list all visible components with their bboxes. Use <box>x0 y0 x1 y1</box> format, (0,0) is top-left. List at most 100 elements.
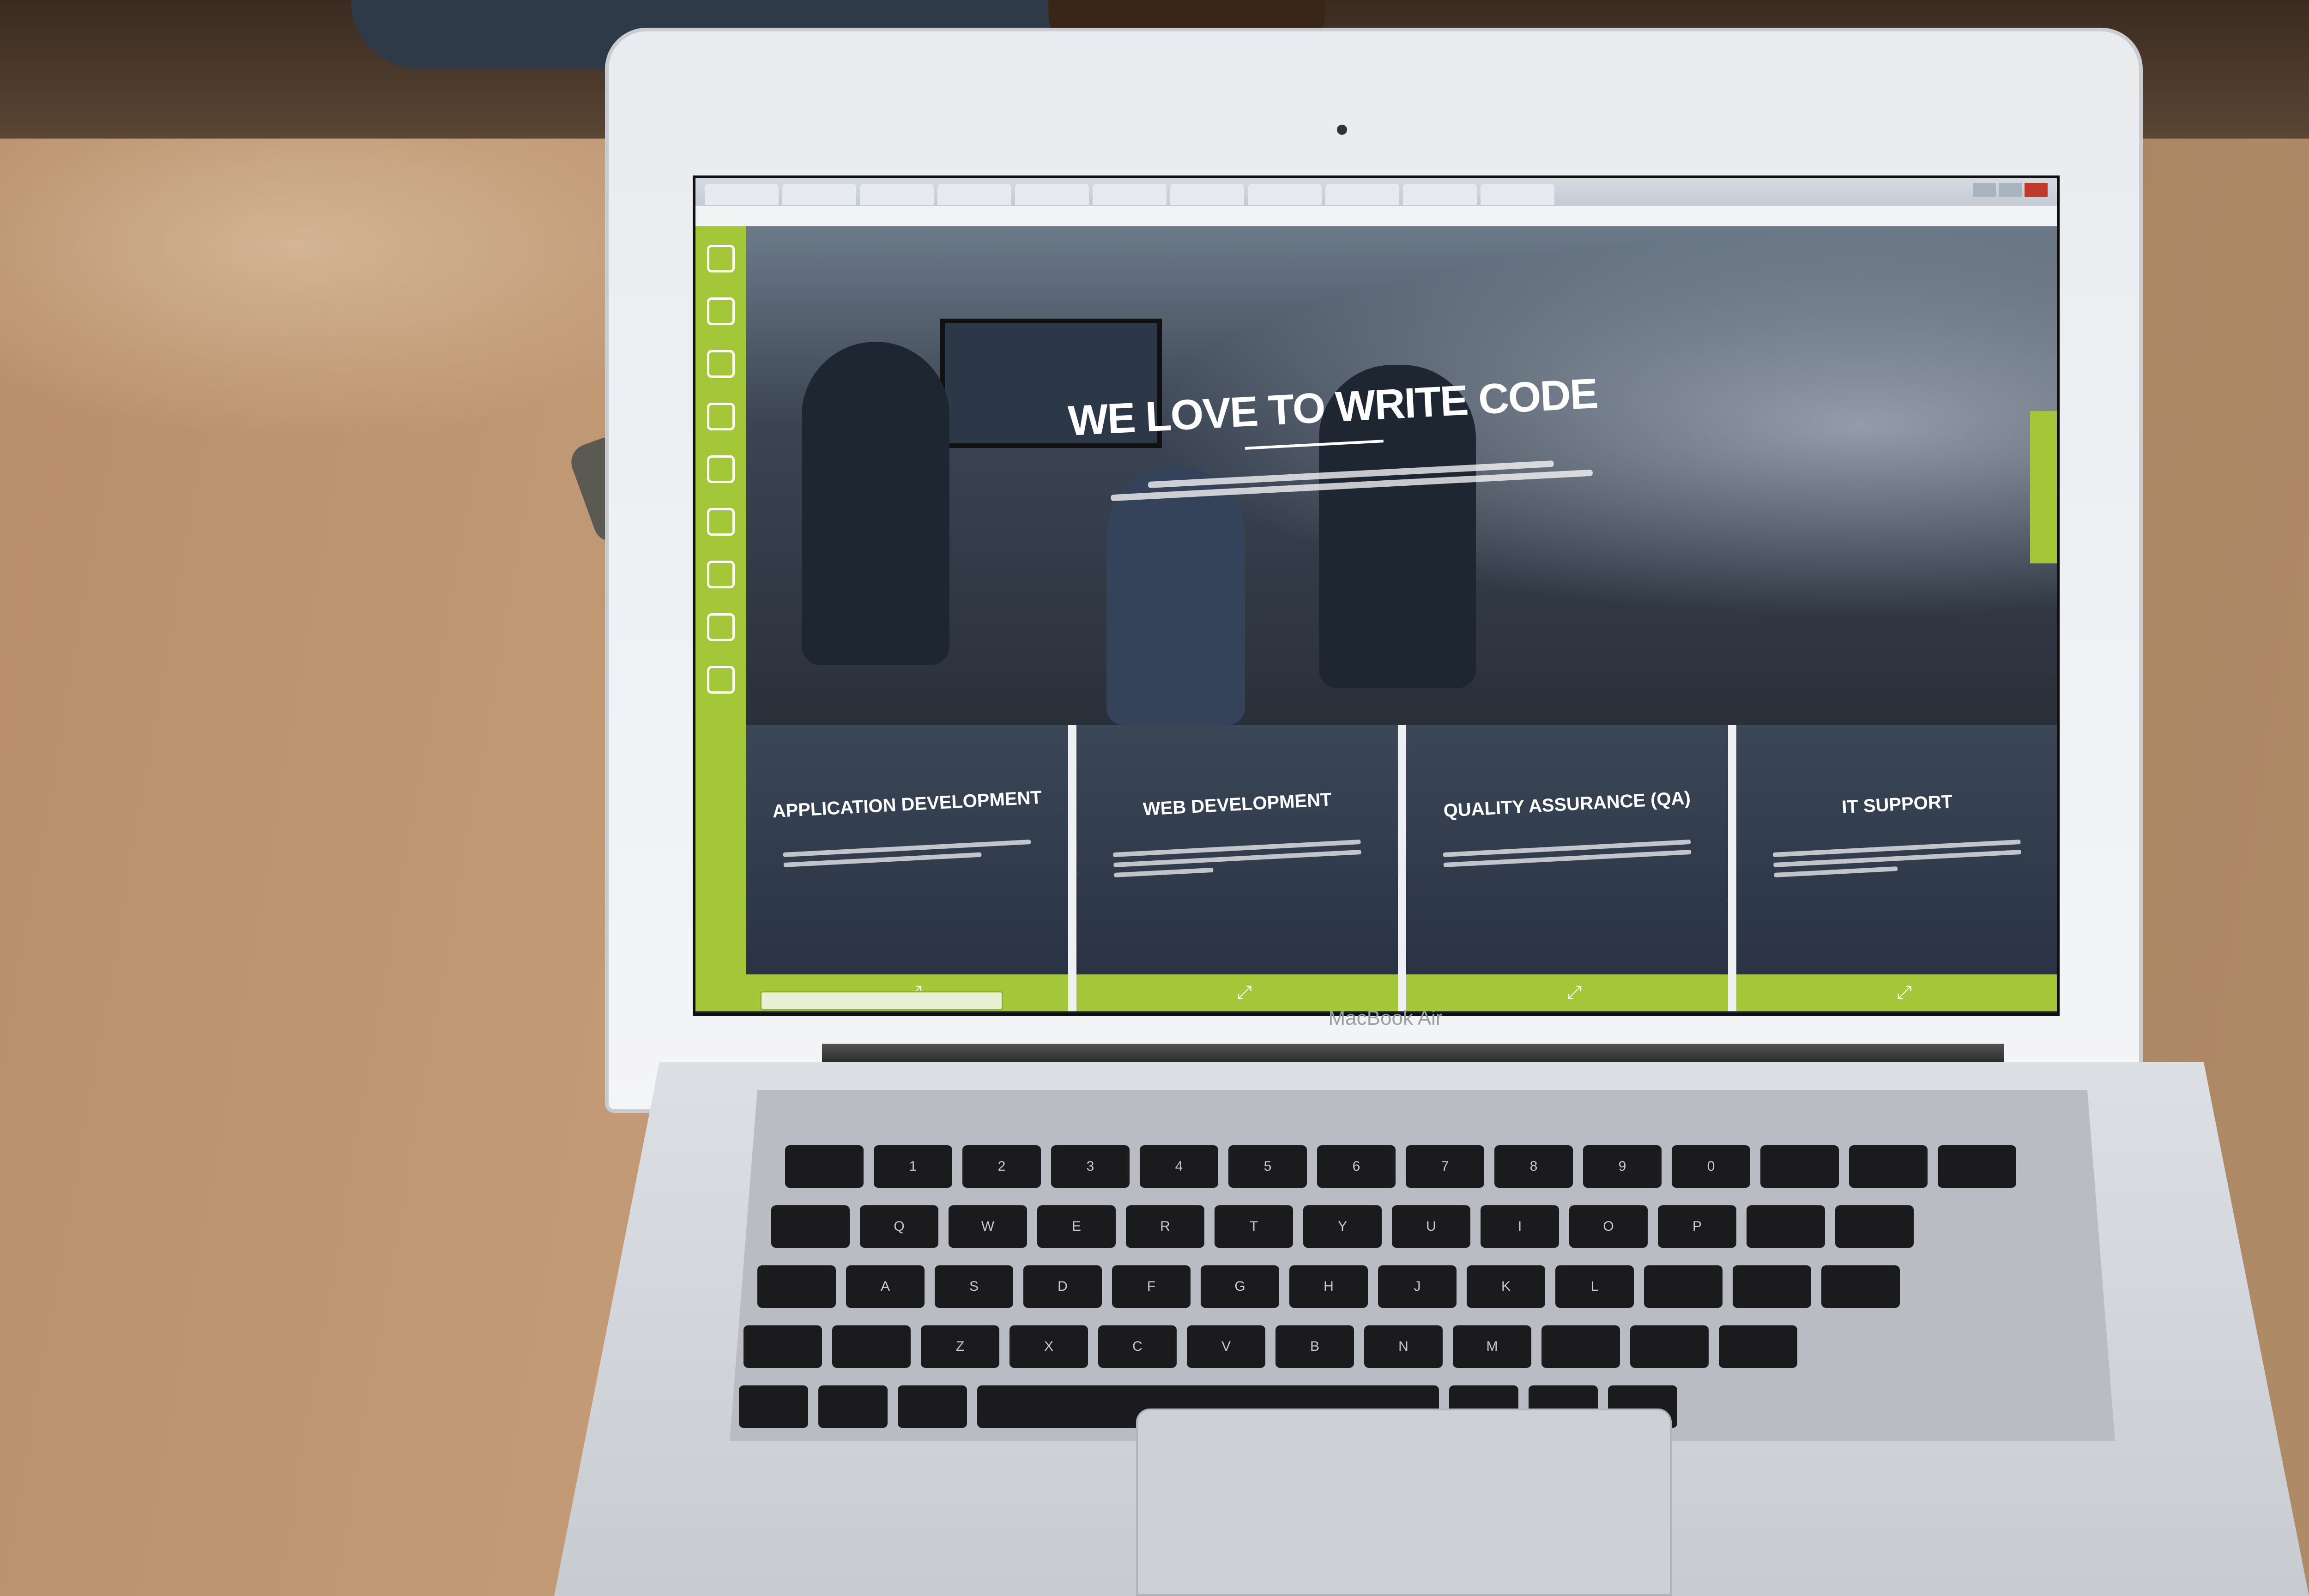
key[interactable]: B <box>1275 1325 1354 1368</box>
browser-tab[interactable] <box>1481 184 1554 205</box>
monitor-icon[interactable] <box>707 561 735 588</box>
chat-icon[interactable] <box>707 508 735 536</box>
minimize-button[interactable] <box>1973 183 1996 197</box>
key[interactable] <box>1760 1145 1839 1188</box>
key[interactable]: 0 <box>1672 1145 1750 1188</box>
key[interactable]: H <box>1289 1265 1368 1308</box>
browser-tab[interactable] <box>705 184 779 205</box>
browser-tab[interactable] <box>1093 184 1167 205</box>
close-button[interactable] <box>2025 183 2048 197</box>
key[interactable] <box>1733 1265 1811 1308</box>
service-card-footer: ⤢ <box>1076 974 1398 1011</box>
laptop-screen: WE LOVE TO WRITE CODE APPLICATION DEVELO… <box>693 175 2060 1016</box>
key[interactable]: R <box>1126 1205 1204 1248</box>
browser-tab[interactable] <box>1325 184 1399 205</box>
briefcase-icon[interactable] <box>707 350 735 378</box>
menu-icon[interactable] <box>707 245 735 272</box>
maximize-button[interactable] <box>1999 183 2022 197</box>
address-bar[interactable] <box>695 206 2057 226</box>
gift-icon[interactable] <box>707 455 735 483</box>
window-controls <box>1973 183 2048 197</box>
browser-tab[interactable] <box>1248 184 1322 205</box>
trackpad[interactable] <box>1136 1409 1672 1596</box>
laptop-model-label: MacBook Air <box>1328 1007 1443 1029</box>
side-contact-tab[interactable] <box>2030 411 2057 563</box>
key[interactable] <box>1747 1205 1825 1248</box>
key[interactable]: X <box>1009 1325 1088 1368</box>
key[interactable] <box>832 1325 911 1368</box>
key[interactable] <box>785 1145 864 1188</box>
keyboard-row-bottom: ZXCVBNM <box>743 1325 1797 1368</box>
key[interactable] <box>1938 1145 2016 1188</box>
service-card[interactable]: APPLICATION DEVELOPMENT ⤢ <box>746 725 1068 1011</box>
home-icon[interactable] <box>707 297 735 325</box>
key[interactable]: U <box>1392 1205 1470 1248</box>
service-card-title: WEB DEVELOPMENT <box>1142 789 1332 820</box>
key[interactable] <box>739 1385 808 1428</box>
key[interactable] <box>1821 1265 1900 1308</box>
key[interactable]: D <box>1023 1265 1102 1308</box>
office-person <box>802 342 949 665</box>
key[interactable]: C <box>1098 1325 1177 1368</box>
key[interactable]: 8 <box>1494 1145 1573 1188</box>
key[interactable]: T <box>1215 1205 1293 1248</box>
key[interactable]: P <box>1658 1205 1736 1248</box>
browser-tab[interactable] <box>937 184 1011 205</box>
key[interactable]: S <box>935 1265 1013 1308</box>
key[interactable]: 4 <box>1140 1145 1218 1188</box>
key[interactable] <box>1541 1325 1620 1368</box>
keyboard-row-numbers: 1234567890 <box>785 1145 2016 1188</box>
key[interactable]: A <box>846 1265 925 1308</box>
key[interactable]: 6 <box>1317 1145 1396 1188</box>
key[interactable]: G <box>1201 1265 1279 1308</box>
expand-icon[interactable]: ⤢ <box>1237 982 1252 1003</box>
browser-tab[interactable] <box>782 184 856 205</box>
browser-tab[interactable] <box>1015 184 1089 205</box>
service-card[interactable]: IT SUPPORT ⤢ <box>1736 725 2057 1011</box>
browser-tab[interactable] <box>860 184 934 205</box>
key[interactable] <box>1719 1325 1797 1368</box>
heart-icon[interactable] <box>707 666 735 694</box>
key[interactable]: I <box>1481 1205 1559 1248</box>
key[interactable]: N <box>1364 1325 1443 1368</box>
key[interactable] <box>771 1205 850 1248</box>
key[interactable] <box>743 1325 822 1368</box>
service-card-text-blurred <box>1443 834 1692 873</box>
service-card-text-blurred <box>1772 834 2022 883</box>
key[interactable]: 9 <box>1583 1145 1662 1188</box>
key[interactable]: Q <box>860 1205 938 1248</box>
key[interactable] <box>1835 1205 1914 1248</box>
key[interactable]: 1 <box>874 1145 952 1188</box>
key[interactable]: 3 <box>1051 1145 1130 1188</box>
key[interactable]: L <box>1555 1265 1634 1308</box>
key[interactable] <box>818 1385 888 1428</box>
key[interactable]: 7 <box>1406 1145 1484 1188</box>
service-card[interactable]: WEB DEVELOPMENT ⤢ <box>1076 725 1398 1011</box>
key[interactable] <box>1849 1145 1928 1188</box>
key[interactable] <box>1644 1265 1723 1308</box>
key[interactable]: V <box>1187 1325 1265 1368</box>
key[interactable]: Z <box>921 1325 999 1368</box>
key[interactable] <box>757 1265 836 1308</box>
browser-tab[interactable] <box>1170 184 1244 205</box>
expand-icon[interactable]: ⤢ <box>1897 982 1912 1003</box>
key[interactable]: O <box>1569 1205 1648 1248</box>
key[interactable]: M <box>1453 1325 1531 1368</box>
key[interactable]: Y <box>1303 1205 1382 1248</box>
key[interactable]: J <box>1378 1265 1457 1308</box>
cart-icon[interactable] <box>707 613 735 641</box>
pencil-icon[interactable] <box>707 403 735 430</box>
key[interactable] <box>1630 1325 1709 1368</box>
key[interactable]: W <box>949 1205 1027 1248</box>
service-card[interactable]: QUALITY ASSURANCE (QA) ⤢ <box>1406 725 1728 1011</box>
browser-tab[interactable] <box>1403 184 1477 205</box>
service-card-footer: ⤢ <box>1406 974 1728 1011</box>
service-card-text-blurred <box>783 834 1032 873</box>
key[interactable]: 2 <box>962 1145 1041 1188</box>
key[interactable]: 5 <box>1228 1145 1307 1188</box>
expand-icon[interactable]: ⤢ <box>1567 982 1582 1003</box>
key[interactable] <box>898 1385 967 1428</box>
key[interactable]: E <box>1037 1205 1116 1248</box>
key[interactable]: F <box>1112 1265 1191 1308</box>
key[interactable]: K <box>1467 1265 1545 1308</box>
